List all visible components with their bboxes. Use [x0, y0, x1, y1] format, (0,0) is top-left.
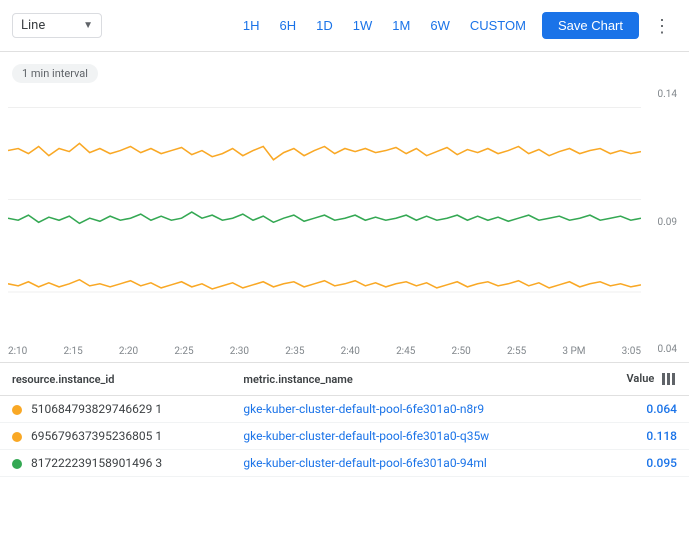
- x-label-3: 2:25: [174, 346, 193, 357]
- legend-header-row: resource.instance_id metric.instance_nam…: [0, 363, 689, 396]
- custom-time-button[interactable]: CUSTOM: [462, 14, 534, 37]
- legend-row: 817222239158901496 3 gke-kuber-cluster-d…: [0, 450, 689, 477]
- x-label-8: 2:50: [452, 346, 471, 357]
- column-options-icon[interactable]: [661, 371, 677, 387]
- time-btn-1m[interactable]: 1M: [384, 14, 418, 37]
- metric-name-cell[interactable]: gke-kuber-cluster-default-pool-6fe301a0-…: [231, 396, 590, 423]
- y-label-bot: 0.04: [658, 344, 678, 355]
- x-label-1: 2:15: [63, 346, 82, 357]
- metric-name-cell[interactable]: gke-kuber-cluster-default-pool-6fe301a0-…: [231, 423, 590, 450]
- legend-section: resource.instance_id metric.instance_nam…: [0, 362, 689, 477]
- chart-wrapper: 0.14 0.09 0.04 2:10 2:15 2:20 2:25 2:30 …: [8, 87, 681, 357]
- series-value-cell: 0.095: [590, 450, 689, 477]
- chevron-down-icon: ▼: [83, 20, 93, 31]
- x-axis: 2:10 2:15 2:20 2:25 2:30 2:35 2:40 2:45 …: [8, 342, 641, 357]
- x-label-0: 2:10: [8, 346, 27, 357]
- series-line-3: [8, 280, 641, 289]
- y-label-mid: 0.09: [658, 217, 678, 228]
- legend-row: 695679637395236805 1 gke-kuber-cluster-d…: [0, 423, 689, 450]
- x-label-10: 3 PM: [562, 346, 585, 357]
- chart-svg-container: [8, 87, 641, 333]
- y-axis: 0.14 0.09 0.04: [658, 87, 678, 357]
- col-header-value: Value: [590, 363, 689, 396]
- chart-svg: [8, 87, 641, 333]
- resource-instance-cell: 695679637395236805 1: [0, 423, 231, 450]
- chart-type-label: Line: [21, 18, 45, 33]
- chart-type-dropdown[interactable]: Line ▼: [12, 13, 102, 38]
- interval-badge: 1 min interval: [12, 64, 98, 83]
- metric-name-cell[interactable]: gke-kuber-cluster-default-pool-6fe301a0-…: [231, 450, 590, 477]
- col-header-instance: resource.instance_id: [0, 363, 231, 396]
- resource-instance-cell: 817222239158901496 3: [0, 450, 231, 477]
- save-chart-button[interactable]: Save Chart: [542, 12, 639, 39]
- series-line-2: [8, 212, 641, 223]
- y-label-top: 0.14: [658, 89, 678, 100]
- x-label-4: 2:30: [230, 346, 249, 357]
- series-dot: [12, 432, 22, 442]
- instance-id-value: 817222239158901496 3: [31, 456, 162, 470]
- more-options-button[interactable]: ⋮: [647, 13, 677, 39]
- x-label-6: 2:40: [341, 346, 360, 357]
- series-value-cell: 0.064: [590, 396, 689, 423]
- time-range-buttons: 1H 6H 1D 1W 1M 6W CUSTOM: [235, 14, 534, 37]
- series-line-1: [8, 143, 641, 159]
- col-header-metric: metric.instance_name: [231, 363, 590, 396]
- series-value-cell: 0.118: [590, 423, 689, 450]
- instance-id-value: 510684793829746629 1: [31, 402, 162, 416]
- toolbar: Line ▼ 1H 6H 1D 1W 1M 6W CUSTOM Save Cha…: [0, 0, 689, 52]
- legend-table: resource.instance_id metric.instance_nam…: [0, 362, 689, 477]
- chart-area: 1 min interval 0.14 0.09 0.04: [0, 52, 689, 362]
- instance-id-value: 695679637395236805 1: [31, 429, 162, 443]
- x-label-9: 2:55: [507, 346, 526, 357]
- time-btn-1w[interactable]: 1W: [345, 14, 381, 37]
- time-btn-6h[interactable]: 6H: [272, 14, 305, 37]
- x-label-2: 2:20: [119, 346, 138, 357]
- x-label-7: 2:45: [396, 346, 415, 357]
- time-btn-1d[interactable]: 1D: [308, 14, 341, 37]
- x-label-11: 3:05: [622, 346, 641, 357]
- legend-row: 510684793829746629 1 gke-kuber-cluster-d…: [0, 396, 689, 423]
- time-btn-6w[interactable]: 6W: [422, 14, 458, 37]
- x-label-5: 2:35: [285, 346, 304, 357]
- series-dot: [12, 459, 22, 469]
- time-btn-1h[interactable]: 1H: [235, 14, 268, 37]
- resource-instance-cell: 510684793829746629 1: [0, 396, 231, 423]
- series-dot: [12, 405, 22, 415]
